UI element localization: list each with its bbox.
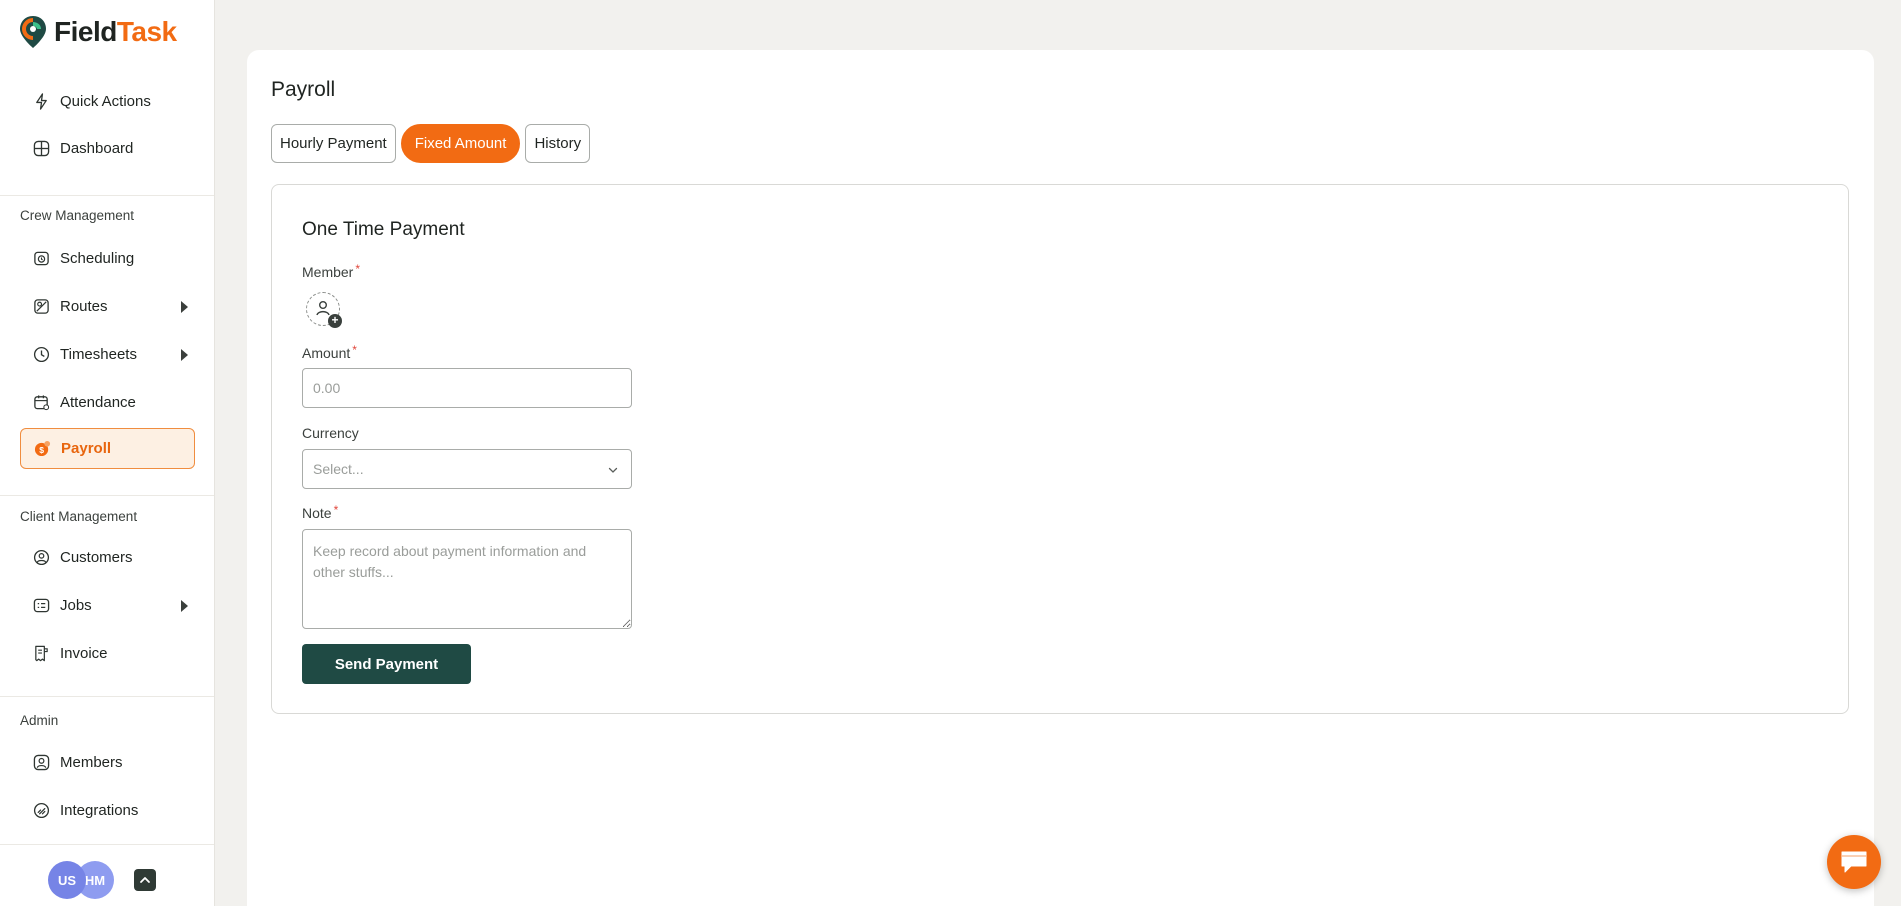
customers-icon (32, 548, 50, 566)
section-label-admin: Admin (20, 713, 59, 728)
sidebar-item-timesheets[interactable]: Timesheets (20, 334, 195, 374)
payroll-tabs: Hourly Payment Fixed Amount History (271, 124, 591, 163)
amount-input[interactable] (302, 368, 632, 408)
calendar-check-icon (32, 393, 50, 411)
expand-caret-icon[interactable] (181, 349, 188, 361)
chevron-up-icon (140, 877, 150, 883)
note-label: Note * (302, 503, 339, 521)
sidebar-item-attendance[interactable]: Attendance (20, 382, 195, 422)
sidebar-item-customers[interactable]: Customers (20, 537, 195, 577)
sidebar-item-dashboard[interactable]: Dashboard (20, 128, 195, 168)
sidebar-divider (0, 195, 214, 196)
one-time-payment-card: One Time Payment Member* + Amount* Curre… (271, 184, 1849, 714)
sidebar-item-label: Attendance (60, 393, 136, 411)
required-mark: * (355, 262, 361, 276)
svg-text:$: $ (39, 445, 44, 455)
tab-fixed-amount[interactable]: Fixed Amount (400, 124, 521, 163)
currency-select-value: Select... (313, 461, 364, 477)
section-label-client: Client Management (20, 509, 138, 524)
sidebar-item-members[interactable]: Members (20, 742, 195, 782)
sidebar-item-label: Routes (60, 297, 108, 315)
logo-pin-icon (20, 16, 46, 48)
required-mark: * (352, 343, 357, 357)
sidebar-item-invoice[interactable]: Invoice (20, 633, 195, 673)
sidebar-footer: US HM (0, 844, 214, 906)
sidebar-item-routes[interactable]: Routes (20, 286, 195, 326)
brand-name: FieldTask (54, 16, 177, 47)
calendar-clock-icon (32, 249, 50, 267)
sidebar-item-label: Timesheets (60, 345, 137, 363)
sidebar: FieldTask Quick Actions Dashboard Crew M… (0, 0, 215, 906)
avatar[interactable]: US (48, 861, 86, 899)
bolt-icon (32, 92, 50, 110)
sidebar-item-label: Integrations (60, 801, 139, 819)
page-title: Payroll (271, 78, 336, 101)
map-route-icon (32, 297, 50, 315)
integrations-icon (32, 801, 50, 819)
tab-hourly-payment[interactable]: Hourly Payment (271, 124, 396, 163)
dashboard-grid-icon (32, 139, 50, 157)
sidebar-item-label: Jobs (60, 596, 92, 614)
invoice-icon (32, 644, 50, 662)
expand-footer-button[interactable] (134, 869, 156, 891)
currency-select[interactable]: Select... (302, 449, 632, 489)
expand-caret-icon[interactable] (181, 301, 188, 313)
clock-icon (32, 345, 50, 363)
expand-caret-icon[interactable] (181, 600, 188, 612)
chevron-down-icon (608, 467, 618, 473)
brand-logo[interactable]: FieldTask (18, 14, 177, 50)
send-payment-button[interactable]: Send Payment (302, 644, 471, 684)
sidebar-item-integrations[interactable]: Integrations (20, 790, 195, 830)
sidebar-item-label: Invoice (60, 644, 108, 662)
tab-history[interactable]: History (525, 124, 591, 163)
sidebar-item-jobs[interactable]: Jobs (20, 585, 195, 625)
member-label: Member * (302, 262, 361, 280)
sidebar-divider (0, 696, 214, 697)
currency-label: Currency (302, 425, 359, 441)
chat-bubble-icon (1841, 851, 1867, 873)
main-panel: Payroll Hourly Payment Fixed Amount Hist… (247, 50, 1874, 906)
amount-label: Amount * (302, 343, 357, 361)
note-textarea[interactable] (302, 529, 632, 629)
payroll-coin-icon: $ (33, 440, 51, 458)
sidebar-item-quick-actions[interactable]: Quick Actions (20, 81, 195, 121)
sidebar-item-label: Quick Actions (60, 92, 151, 110)
sidebar-item-label: Dashboard (60, 139, 134, 157)
chat-support-button[interactable] (1827, 835, 1881, 889)
sidebar-item-label: Scheduling (60, 249, 135, 267)
sidebar-item-label: Customers (60, 548, 133, 566)
form-title: One Time Payment (302, 219, 465, 240)
plus-icon: + (328, 314, 342, 328)
required-mark: * (333, 503, 339, 517)
sidebar-divider (0, 495, 214, 496)
sidebar-item-payroll[interactable]: $ Payroll (20, 428, 195, 469)
sidebar-item-scheduling[interactable]: Scheduling (20, 238, 195, 278)
user-add-icon (316, 301, 330, 316)
section-label-crew: Crew Management (20, 208, 135, 223)
jobs-list-icon (32, 596, 50, 614)
sidebar-item-label: Payroll (61, 440, 112, 457)
members-icon (32, 753, 50, 771)
sidebar-item-label: Members (60, 753, 123, 771)
add-member-button[interactable]: + (306, 292, 342, 328)
